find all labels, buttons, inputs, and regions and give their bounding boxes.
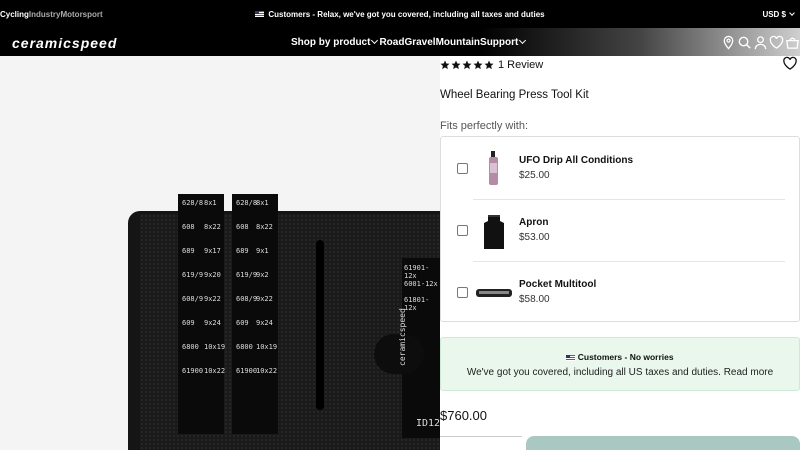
chevron-down-icon — [789, 9, 795, 16]
chevron-down-icon — [519, 36, 527, 45]
cart-icon[interactable] — [785, 35, 800, 50]
tool-label: 9x22 — [256, 295, 273, 303]
tool-label: 6001-12x — [404, 280, 438, 288]
product-title: Wheel Bearing Press Tool Kit — [440, 89, 589, 101]
tool-label: 608 — [236, 223, 249, 231]
tool-label: 628/8 — [236, 199, 258, 207]
star-icon — [484, 60, 494, 70]
nav-icons — [721, 28, 800, 56]
tool-label: 61900 — [182, 367, 204, 375]
addon-name: Pocket Multitool — [519, 279, 597, 290]
wishlist-icon[interactable] — [769, 35, 784, 50]
addon-item[interactable]: UFO Drip All Conditions $25.00 — [441, 137, 799, 199]
nav-item-road[interactable]: Road — [379, 37, 404, 48]
wishlist-heart-icon[interactable] — [782, 56, 798, 76]
addon-list: UFO Drip All Conditions $25.00 Apron $53… — [440, 136, 800, 322]
tool-label: 61801-12x — [404, 296, 430, 312]
tool-label: 10x22 — [256, 367, 278, 375]
search-icon[interactable] — [737, 35, 752, 50]
announcement-text: Customers - Relax, we've got you covered… — [268, 9, 545, 19]
nav-item-shop-by-product[interactable]: Shop by product — [291, 37, 370, 48]
location-icon[interactable] — [721, 35, 736, 50]
tool-label: 9x24 — [256, 319, 273, 327]
apron-icon — [475, 211, 513, 251]
tool-label: 61901-12x — [404, 264, 430, 280]
addon-checkbox[interactable] — [457, 163, 468, 174]
addon-name: Apron — [519, 217, 549, 228]
nav-item-support[interactable]: Support — [480, 37, 518, 48]
tool-label: 608/9 — [236, 295, 258, 303]
addon-price: $25.00 — [519, 170, 550, 181]
tool-label: 8x1 — [256, 199, 269, 207]
chevron-down-icon — [371, 36, 379, 45]
tool-label: 619/9 — [236, 271, 258, 279]
tool-label: 9x2 — [256, 271, 269, 279]
tool-label: 8x22 — [256, 223, 273, 231]
notice-title-text: Customers - No worries — [577, 352, 674, 362]
tool-label: 6800 — [236, 343, 253, 351]
tool-label: 10x19 — [256, 343, 278, 351]
us-flag-icon — [255, 11, 265, 17]
product-price: $760.00 — [440, 408, 487, 423]
tool-label: 9x17 — [204, 247, 221, 255]
addon-checkbox[interactable] — [457, 287, 468, 298]
tool-label: 689 — [236, 247, 249, 255]
brand-mark: ceramicspeed — [398, 308, 407, 366]
tool-label: 9x22 — [204, 295, 221, 303]
addon-price: $58.00 — [519, 294, 550, 305]
tool-label: 628/8 — [182, 199, 204, 207]
review-count[interactable]: 1 Review — [498, 59, 543, 71]
id-label: ID12 — [416, 418, 440, 429]
star-icon — [451, 60, 461, 70]
rating-stars — [440, 60, 494, 70]
nav-menu: Shop by product Road Gravel Mountain Sup… — [291, 28, 527, 56]
product-info-panel: 1 Review Wheel Bearing Press Tool Kit Fi… — [440, 56, 800, 450]
product-image[interactable]: 628/8 608 689 619/9 608/9 609 6800 61900 8x1 8x22… — [0, 56, 440, 450]
tool-label: 9x24 — [204, 319, 221, 327]
nav-item-mountain[interactable]: Mountain — [436, 37, 480, 48]
nav-item-gravel[interactable]: Gravel — [404, 37, 435, 48]
addon-name: UFO Drip All Conditions — [519, 155, 634, 166]
logo[interactable]: ceramicspeed — [12, 35, 117, 51]
star-icon — [473, 60, 483, 70]
main-nav: ceramicspeed Shop by product Road Gravel… — [0, 28, 800, 56]
bottle-icon — [475, 149, 513, 189]
tool-label: 8x1 — [204, 199, 217, 207]
currency-selector[interactable]: USD $ — [762, 0, 796, 28]
multitool-icon — [475, 273, 513, 313]
tool-label: 10x22 — [204, 367, 226, 375]
tool-label: 6800 — [182, 343, 199, 351]
addon-checkbox[interactable] — [457, 225, 468, 236]
tool-label: 8x22 — [204, 223, 221, 231]
addon-price: $53.00 — [519, 232, 550, 243]
notice-title: Customers - No worries — [441, 352, 799, 362]
press-rod — [316, 240, 324, 410]
account-icon[interactable] — [753, 35, 768, 50]
tool-label: 689 — [182, 247, 195, 255]
notice-text[interactable]: We've got you covered, including all US … — [441, 367, 799, 378]
addon-item[interactable]: Pocket Multitool $58.00 — [441, 261, 799, 323]
add-to-cart-button[interactable] — [526, 436, 800, 450]
tool-label: 608 — [182, 223, 195, 231]
tool-label: 609 — [182, 319, 195, 327]
tool-label: 10x19 — [204, 343, 226, 351]
announcement-bar: Cycling Industry Motorsport Customers - … — [0, 0, 800, 28]
quantity-stepper[interactable] — [440, 436, 522, 450]
us-flag-icon — [566, 354, 576, 361]
star-icon — [440, 60, 450, 70]
tax-notice: Customers - No worries We've got you cov… — [440, 337, 800, 391]
tool-label: 619/9 — [182, 271, 204, 279]
tool-label: 9x20 — [204, 271, 221, 279]
fits-label: Fits perfectly with: — [440, 120, 529, 132]
star-icon — [462, 60, 472, 70]
tool-label: 608/9 — [182, 295, 204, 303]
currency-label: USD $ — [762, 9, 786, 19]
tool-label: 61900 — [236, 367, 258, 375]
tool-label: 609 — [236, 319, 249, 327]
announcement: Customers - Relax, we've got you covered… — [0, 0, 800, 28]
tool-label: 9x1 — [256, 247, 269, 255]
addon-item[interactable]: Apron $53.00 — [441, 199, 799, 261]
rating[interactable]: 1 Review — [440, 59, 543, 71]
